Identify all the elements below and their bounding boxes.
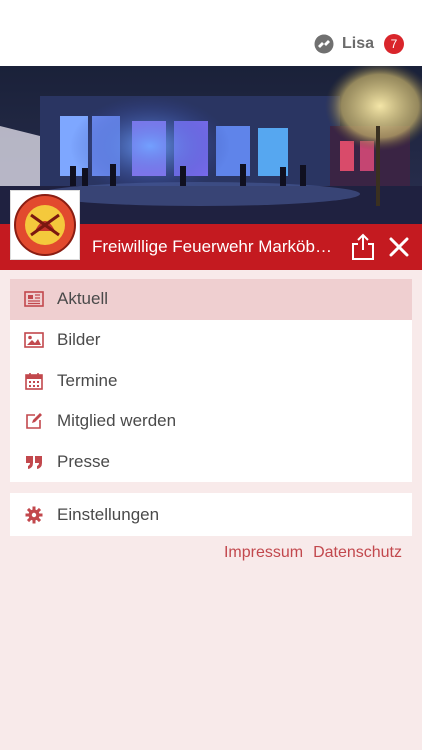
menu-item-termine[interactable]: Termine (10, 360, 412, 401)
menu-item-label: Presse (57, 452, 110, 472)
edit-icon (24, 411, 44, 431)
user-name: Lisa (341, 35, 374, 52)
close-icon[interactable] (387, 235, 411, 259)
page-title: Freiwillige Feuerwehr Marköbel e.V. (92, 237, 340, 256)
menu-item-label: Bilder (57, 330, 101, 350)
notification-badge[interactable]: 7 (384, 34, 404, 54)
main-menu: Aktuell Bilder Termine Mitglied werden P… (10, 279, 412, 483)
crest-logo (10, 190, 80, 260)
menu-item-label: Termine (57, 370, 118, 390)
calendar-icon (24, 371, 44, 391)
menu-item-einstellungen[interactable]: Einstellungen (10, 493, 412, 536)
datenschutz-link[interactable]: Datenschutz (313, 544, 402, 562)
top-bar: Lisa 7 (0, 0, 422, 66)
gear-icon (24, 505, 44, 525)
menu-item-label: Aktuell (57, 289, 109, 309)
image-icon (24, 330, 44, 350)
share-icon[interactable] (350, 233, 376, 261)
impressum-link[interactable]: Impressum (224, 544, 303, 562)
menu-item-label: Mitglied werden (57, 411, 177, 431)
crest-icon (14, 194, 76, 256)
user-profile[interactable]: Lisa 7 (314, 32, 404, 56)
menu-item-bilder[interactable]: Bilder (10, 320, 412, 361)
quote-icon (24, 452, 44, 472)
newspaper-icon (24, 289, 44, 309)
footer-links: Impressum Datenschutz (224, 544, 402, 562)
menu-item-aktuell[interactable]: Aktuell (10, 279, 412, 320)
menu-item-mitglied-werden[interactable]: Mitglied werden (10, 401, 412, 442)
lisa-logo-icon (314, 34, 334, 54)
settings-section: Einstellungen (10, 493, 412, 536)
menu-item-presse[interactable]: Presse (10, 442, 412, 483)
menu-item-label: Einstellungen (57, 504, 160, 524)
